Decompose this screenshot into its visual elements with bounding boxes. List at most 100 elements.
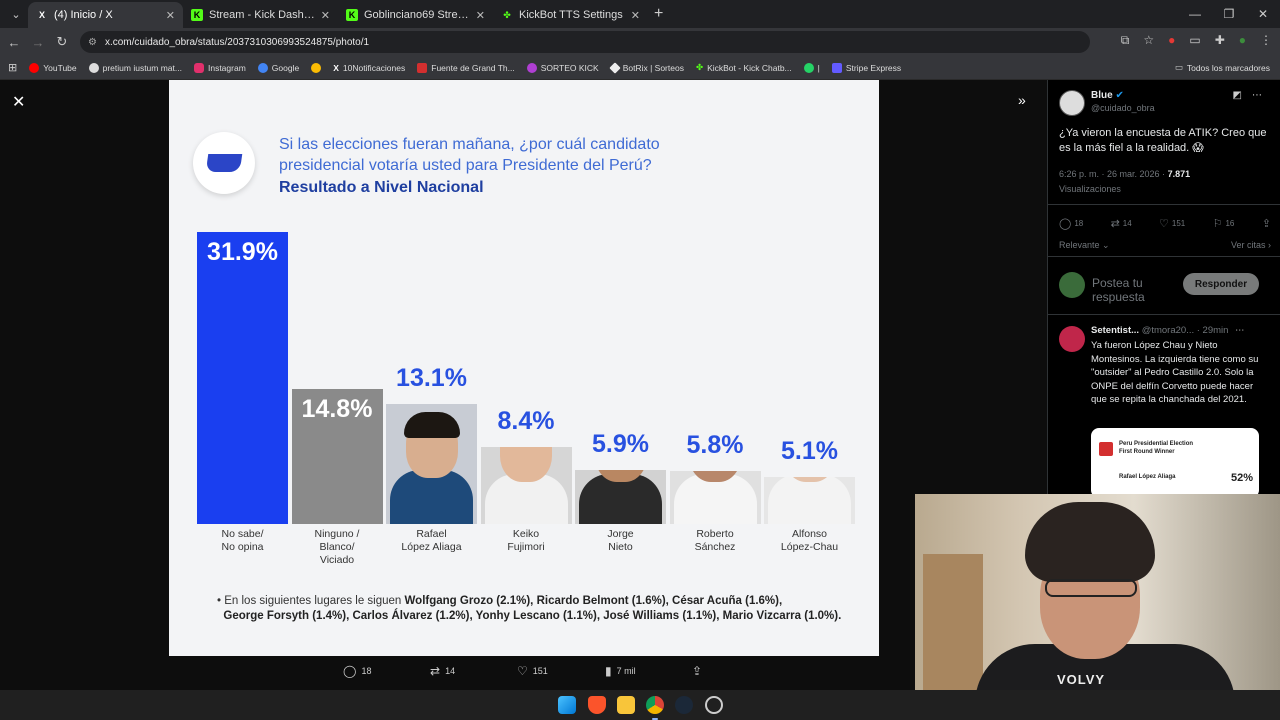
sort-dropdown[interactable]: Relevante ⌄ bbox=[1059, 240, 1110, 251]
candidate-name: Roberto Sánchez bbox=[670, 528, 761, 554]
reply-time: · 29min bbox=[1196, 325, 1229, 336]
tab-bar: ⌄ X (4) Inicio / X ✕ K Stream - Kick Das… bbox=[0, 0, 1280, 28]
reply-count: 18 bbox=[1074, 219, 1084, 228]
reply-embed-card[interactable]: Peru Presidential Election First Round Wi… bbox=[1091, 428, 1259, 498]
tab-search-button[interactable]: ⌄ bbox=[4, 4, 28, 24]
reply-author[interactable]: Setentist... @tmora20... · 29min ⋯ bbox=[1091, 325, 1245, 336]
share-button[interactable]: ⇪ bbox=[1262, 217, 1271, 230]
profile-avatar-icon[interactable]: ● bbox=[1239, 33, 1246, 48]
bookmark-botrix[interactable]: BotRix | Sorteos bbox=[609, 61, 684, 74]
app-icon[interactable] bbox=[705, 696, 723, 714]
back-icon[interactable]: ← bbox=[2, 35, 26, 50]
close-tab-icon[interactable]: ✕ bbox=[166, 9, 175, 22]
bookmark-label: | bbox=[817, 62, 820, 73]
menu-dots-icon[interactable]: ⋮ bbox=[1260, 33, 1272, 48]
more-icon[interactable]: ⋯ bbox=[1252, 90, 1262, 101]
bookmark-label: Todos los marcadores bbox=[1186, 62, 1270, 73]
tab-x-inicio[interactable]: X (4) Inicio / X ✕ bbox=[28, 2, 183, 28]
apps-grid-icon[interactable]: ⊞ bbox=[8, 61, 17, 74]
sort-label: Relevante bbox=[1059, 240, 1100, 250]
share-action[interactable]: ⇪ bbox=[692, 664, 702, 678]
bookmark-whatsapp[interactable]: | bbox=[803, 62, 820, 73]
like-button[interactable]: ♡ 151 bbox=[1159, 217, 1185, 230]
tab-title: Goblinciano69 Stream - Watch bbox=[364, 9, 470, 21]
author-handle[interactable]: @cuidado_obra bbox=[1091, 103, 1155, 113]
bookmark-star-icon[interactable]: ☆ bbox=[1143, 33, 1154, 48]
author-name[interactable]: Blue ✔ bbox=[1091, 90, 1124, 101]
bookmark-youtube[interactable]: YouTube bbox=[29, 62, 77, 73]
x-logo-icon: X bbox=[333, 62, 339, 73]
tab-goblinciano-stream[interactable]: K Goblinciano69 Stream - Watch ✕ bbox=[338, 2, 493, 28]
poll-image: Si las elecciones fueran mañana, ¿por cu… bbox=[169, 80, 879, 656]
tab-kickbot-tts[interactable]: ✤ KickBot TTS Settings ✕ bbox=[493, 2, 648, 28]
reply-button[interactable]: ◯ 18 bbox=[1059, 217, 1083, 230]
views-action[interactable]: ▮ 7 mil bbox=[605, 664, 636, 678]
all-bookmarks[interactable]: ▭ Todos los marcadores bbox=[1175, 62, 1270, 73]
bookmark-pretium[interactable]: pretium iustum mat... bbox=[88, 62, 182, 73]
reply-input[interactable]: Postea tu respuesta bbox=[1092, 276, 1162, 304]
close-tab-icon[interactable]: ✕ bbox=[476, 9, 485, 22]
avatar[interactable] bbox=[1059, 90, 1085, 116]
candidate-name: Alfonso López-Chau bbox=[764, 528, 855, 554]
minimize-icon[interactable]: — bbox=[1178, 0, 1212, 28]
address-bar-row: ← → ↻ ⚙ x.com/cuidado_obra/status/203731… bbox=[0, 28, 1280, 56]
site-info-icon[interactable]: ⚙ bbox=[88, 37, 97, 48]
brave-icon[interactable] bbox=[588, 696, 606, 714]
avatar[interactable] bbox=[1059, 326, 1085, 352]
reply-submit-button[interactable]: Responder bbox=[1183, 273, 1259, 295]
quotes-link[interactable]: Ver citas › bbox=[1231, 240, 1271, 251]
author-name-text: Blue bbox=[1091, 90, 1113, 101]
footnote: • En los siguientes lugares le siguen Wo… bbox=[217, 595, 842, 622]
quotes-label: Ver citas bbox=[1230, 240, 1266, 250]
extension-red-icon[interactable]: ● bbox=[1168, 33, 1175, 48]
steam-icon[interactable] bbox=[675, 696, 693, 714]
card-percentage: 52% bbox=[1230, 472, 1253, 484]
close-tab-icon[interactable]: ✕ bbox=[631, 9, 640, 22]
close-window-icon[interactable]: ✕ bbox=[1246, 0, 1280, 28]
extension-icon[interactable]: ▭ bbox=[1189, 33, 1200, 48]
bookmark-stripe[interactable]: Stripe Express bbox=[831, 62, 901, 73]
tweet-time[interactable]: 6:26 p. m. · 26 mar. 2026 · bbox=[1059, 169, 1165, 179]
grok-icon[interactable]: ◩ bbox=[1233, 90, 1242, 101]
close-icon[interactable]: ✕ bbox=[12, 92, 25, 112]
window-controls: — ❐ ✕ bbox=[1178, 0, 1280, 28]
candidate-hair bbox=[403, 412, 460, 438]
new-tab-button[interactable]: + bbox=[654, 5, 663, 23]
more-icon[interactable]: ⋯ bbox=[1235, 325, 1245, 336]
file-explorer-icon[interactable] bbox=[617, 696, 635, 714]
close-tab-icon[interactable]: ✕ bbox=[321, 9, 330, 22]
collapse-panel-icon[interactable]: » bbox=[1018, 92, 1026, 108]
poll-subtitle: Resultado a Nivel Nacional bbox=[279, 179, 484, 196]
forward-icon[interactable]: → bbox=[26, 35, 50, 50]
extensions-puzzle-icon[interactable]: ✚ bbox=[1215, 33, 1225, 48]
bookmark-button[interactable]: ⚐ 16 bbox=[1213, 217, 1235, 230]
tab-kick-dashboard[interactable]: K Stream - Kick Dashboard ✕ bbox=[183, 2, 338, 28]
tweet-text: ¿Ya vieron la encuesta de ATIK? Creo que… bbox=[1059, 127, 1267, 154]
candidate-name: Jorge Nieto bbox=[575, 528, 666, 554]
chrome-icon[interactable] bbox=[646, 696, 664, 714]
chevron-down-icon: ⌄ bbox=[1102, 240, 1110, 250]
avatar[interactable] bbox=[1059, 272, 1085, 298]
bookmark-notificaciones[interactable]: X 10Notificaciones bbox=[333, 63, 405, 73]
repost-button[interactable]: ⇄ 14 bbox=[1111, 217, 1132, 230]
repost-action[interactable]: ⇄ 14 bbox=[430, 664, 455, 678]
candidate-name-line: Viciado bbox=[319, 554, 355, 566]
url-input[interactable]: ⚙ x.com/cuidado_obra/status/203731030699… bbox=[80, 31, 1090, 53]
windows-start-icon[interactable] bbox=[558, 696, 576, 714]
views-label: Visualizaciones bbox=[1059, 184, 1121, 194]
reply-action[interactable]: ◯ 18 bbox=[343, 664, 371, 678]
bookmark-fuente[interactable]: Fuente de Grand Th... bbox=[417, 62, 515, 73]
tab-title: (4) Inicio / X bbox=[54, 9, 113, 21]
sort-row: Relevante ⌄ Ver citas › bbox=[1059, 240, 1271, 251]
bookmark-instagram[interactable]: Instagram bbox=[193, 62, 246, 73]
folder-icon: ▭ bbox=[1174, 62, 1183, 72]
restore-icon[interactable]: ❐ bbox=[1212, 0, 1246, 28]
reload-icon[interactable]: ↻ bbox=[50, 34, 74, 50]
install-app-icon[interactable]: ⧉ bbox=[1121, 33, 1130, 48]
bookmark-sorteo-kick[interactable]: SORTEO KICK bbox=[526, 62, 599, 73]
google-icon bbox=[257, 62, 268, 73]
bookmark-kickbot[interactable]: ✤ KickBot - Kick Chatb... bbox=[696, 62, 792, 73]
bookmark-photos[interactable] bbox=[311, 62, 322, 73]
bookmark-google[interactable]: Google bbox=[257, 62, 299, 73]
like-action[interactable]: ♡ 151 bbox=[517, 664, 548, 678]
